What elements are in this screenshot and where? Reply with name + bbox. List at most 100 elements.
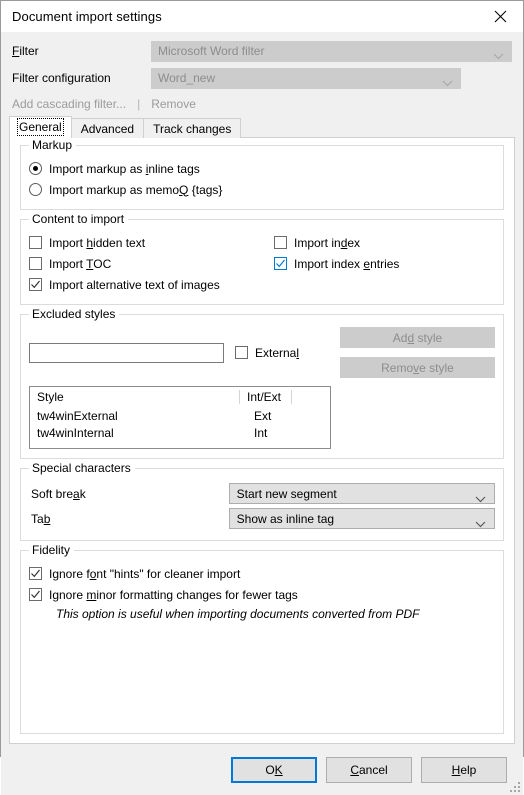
- radio-import-markup-memoq-tags-label: Import markup as memoQ {tags}: [49, 182, 223, 197]
- chevron-down-icon: [475, 517, 486, 531]
- checkbox-import-alt-text-of-images[interactable]: Import alternative text of images: [29, 274, 274, 295]
- tab-advanced-label: Advanced: [80, 122, 135, 136]
- filter-configuration-label: Filter configuration: [12, 71, 111, 85]
- filter-configuration-row: Filter configuration Word_new: [1, 67, 523, 89]
- excluded-styles-top-row: External Add style Remove style: [29, 327, 495, 378]
- cascading-filter-links: Add cascading filter... | Remove: [1, 94, 523, 114]
- radio-unselected-icon: [29, 183, 42, 196]
- special-characters-group: Special characters Soft break Start new …: [20, 462, 504, 541]
- dialog-footer: OK Cancel Help: [1, 745, 523, 795]
- checkbox-external-label: External: [255, 345, 300, 360]
- soft-break-label: Soft break: [31, 486, 86, 501]
- link-separator: |: [137, 97, 141, 111]
- filter-configuration-dropdown[interactable]: Word_new: [151, 67, 461, 89]
- excluded-styles-legend: Excluded styles: [29, 308, 120, 321]
- radio-import-markup-inline-tags[interactable]: Import markup as inline tags: [29, 158, 495, 179]
- remove-style-button-label: Remove style: [381, 360, 454, 375]
- style-buttons: Add style Remove style: [340, 327, 495, 378]
- resize-grip-icon[interactable]: [509, 781, 520, 792]
- tab-dropdown[interactable]: Show as inline tag: [228, 508, 495, 531]
- add-cascading-filter-link[interactable]: Add cascading filter...: [12, 97, 126, 111]
- column-header-style[interactable]: Style: [30, 390, 240, 404]
- excluded-styles-group: Excluded styles External Add style Remov…: [20, 308, 504, 459]
- close-icon[interactable]: [478, 1, 523, 32]
- soft-break-value: Start new segment: [236, 486, 337, 501]
- cell-intext: Int: [254, 425, 268, 440]
- content-columns: Import hidden text Import TOC Import alt…: [29, 232, 495, 295]
- table-row[interactable]: tw4winExternal Ext: [30, 407, 330, 424]
- ok-button-label: OK: [265, 763, 283, 777]
- fidelity-legend: Fidelity: [29, 544, 75, 557]
- fidelity-group: Fidelity Ignore font "hints" for cleaner…: [20, 544, 504, 734]
- table-row[interactable]: tw4winInternal Int: [30, 424, 330, 441]
- tab-label: Tab: [31, 511, 51, 526]
- checkbox-checked-icon: [29, 567, 42, 580]
- cell-style: tw4winExternal: [37, 408, 118, 423]
- column-header-filler: [292, 390, 330, 404]
- excluded-styles-list[interactable]: Style Int/Ext tw4winExternal Ext tw4winI…: [29, 386, 331, 449]
- checkbox-ignore-font-hints[interactable]: Ignore font "hints" for cleaner import: [29, 563, 495, 584]
- content-to-import-group: Content to import Import hidden text Imp…: [20, 213, 504, 305]
- chevron-down-icon: [493, 49, 504, 63]
- chevron-down-icon: [475, 492, 486, 506]
- filter-row: Filter Microsoft Word filter: [1, 40, 523, 62]
- window-title: Document import settings: [12, 9, 162, 24]
- checkbox-ignore-font-hints-label: Ignore font "hints" for cleaner import: [49, 566, 241, 581]
- tab-value: Show as inline tag: [236, 511, 335, 526]
- cancel-button-label: Cancel: [350, 763, 388, 777]
- content-right-column: Import index Import index entries: [274, 232, 495, 295]
- tab-track-changes-label: Track changes: [153, 122, 232, 136]
- checkbox-unchecked-icon: [29, 236, 42, 249]
- filter-dropdown[interactable]: Microsoft Word filter: [151, 40, 512, 63]
- tab-strip: General Advanced Track changes: [1, 116, 523, 138]
- add-style-button[interactable]: Add style: [340, 327, 495, 348]
- radio-selected-icon: [29, 162, 42, 175]
- ok-button[interactable]: OK: [231, 757, 317, 783]
- cell-intext: Ext: [254, 408, 272, 423]
- tab-general-label: General: [17, 118, 64, 136]
- checkbox-import-index-entries[interactable]: Import index entries: [274, 253, 495, 274]
- checkbox-ignore-minor-formatting[interactable]: Ignore minor formatting changes for fewe…: [29, 584, 495, 605]
- content-left-column: Import hidden text Import TOC Import alt…: [29, 232, 274, 295]
- tab-general[interactable]: General: [9, 116, 72, 138]
- tab-track-changes[interactable]: Track changes: [143, 118, 242, 138]
- column-header-intext[interactable]: Int/Ext: [240, 390, 292, 404]
- checkbox-import-index-label: Import index: [294, 235, 361, 250]
- filter-area: Filter Microsoft Word filter Filter conf…: [1, 32, 523, 114]
- remove-style-button[interactable]: Remove style: [340, 357, 495, 378]
- filter-configuration-value: Word_new: [158, 71, 216, 85]
- add-style-button-label: Add style: [392, 330, 443, 345]
- checkbox-import-hidden-text-label: Import hidden text: [49, 235, 146, 250]
- checkbox-checked-icon: [29, 588, 42, 601]
- content-to-import-legend: Content to import: [29, 213, 129, 226]
- checkbox-import-toc[interactable]: Import TOC: [29, 253, 274, 274]
- radio-import-markup-memoq-tags[interactable]: Import markup as memoQ {tags}: [29, 179, 495, 200]
- checkbox-unchecked-icon: [235, 346, 248, 359]
- checkbox-import-alt-text-of-images-label: Import alternative text of images: [49, 277, 220, 292]
- markup-legend: Markup: [29, 139, 77, 152]
- radio-import-markup-inline-tags-label: Import markup as inline tags: [49, 161, 200, 176]
- cancel-button[interactable]: Cancel: [326, 757, 412, 783]
- checkbox-ignore-minor-formatting-label: Ignore minor formatting changes for fewe…: [49, 587, 298, 602]
- fidelity-hint-text: This option is useful when importing doc…: [56, 607, 420, 621]
- help-button-label: Help: [451, 763, 477, 777]
- checkbox-external[interactable]: External: [235, 342, 299, 363]
- tab-advanced[interactable]: Advanced: [70, 118, 145, 138]
- markup-group: Markup Import markup as inline tags Impo…: [20, 139, 504, 210]
- checkbox-checked-icon: [274, 257, 287, 270]
- help-button[interactable]: Help: [421, 757, 507, 783]
- special-characters-legend: Special characters: [29, 462, 135, 475]
- filter-label: Filter: [12, 44, 39, 58]
- soft-break-dropdown[interactable]: Start new segment: [228, 483, 495, 506]
- filter-dropdown-value: Microsoft Word filter: [158, 44, 265, 58]
- tab-row: Tab Show as inline tag: [29, 506, 495, 531]
- document-import-settings-dialog: Document import settings Filter Microsof…: [0, 0, 524, 795]
- checkbox-unchecked-icon: [29, 257, 42, 270]
- tab-panel-general: Markup Import markup as inline tags Impo…: [9, 137, 515, 744]
- remove-filter-link[interactable]: Remove: [151, 97, 196, 111]
- checkbox-import-index[interactable]: Import index: [274, 232, 495, 253]
- excluded-style-input[interactable]: [29, 342, 224, 363]
- checkbox-import-toc-label: Import TOC: [49, 256, 112, 271]
- checkbox-import-hidden-text[interactable]: Import hidden text: [29, 232, 274, 253]
- title-bar: Document import settings: [1, 1, 523, 32]
